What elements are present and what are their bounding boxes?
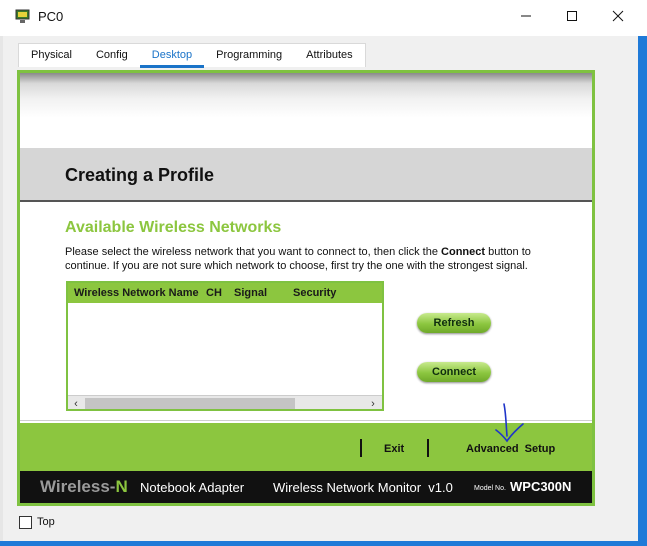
instructions-part-1: Please select the wireless network that … bbox=[65, 246, 442, 258]
window-border-bottom bbox=[0, 541, 647, 546]
brand-logo: Wireless-N bbox=[40, 477, 128, 497]
scroll-left-icon[interactable]: ‹ bbox=[69, 397, 83, 409]
title-bar: PC0 bbox=[0, 0, 647, 36]
connect-button[interactable]: Connect bbox=[417, 362, 491, 382]
close-button[interactable] bbox=[595, 0, 641, 32]
column-signal[interactable]: Signal bbox=[234, 287, 267, 299]
refresh-button[interactable]: Refresh bbox=[417, 313, 491, 333]
minimize-icon bbox=[521, 15, 531, 17]
instructions-connect-bold: Connect bbox=[441, 246, 486, 258]
profile-band: Creating a Profile bbox=[20, 148, 592, 202]
brand-wireless: Wireless- bbox=[40, 477, 116, 496]
window-inner-right bbox=[630, 36, 638, 541]
column-security[interactable]: Security bbox=[293, 287, 336, 299]
network-list[interactable]: Wireless Network Name CH Signal Security… bbox=[66, 281, 384, 411]
tab-desktop[interactable]: Desktop bbox=[139, 44, 205, 68]
column-network-name[interactable]: Wireless Network Name bbox=[74, 287, 199, 299]
panel-header-gradient bbox=[20, 73, 592, 148]
network-list-body[interactable] bbox=[68, 303, 382, 395]
maximize-button[interactable] bbox=[549, 0, 595, 32]
brand-n: N bbox=[115, 477, 128, 496]
maximize-icon bbox=[567, 11, 577, 21]
instructions-text: Please select the wireless network that … bbox=[65, 245, 535, 273]
tab-bar: Physical Config Desktop Programming Attr… bbox=[18, 43, 366, 68]
window-border-right bbox=[638, 36, 647, 541]
minimize-button[interactable] bbox=[503, 0, 549, 32]
product-name: Notebook Adapter bbox=[140, 480, 245, 495]
tab-attributes[interactable]: Attributes bbox=[294, 44, 364, 67]
model-number: WPC300N bbox=[510, 479, 572, 494]
scroll-thumb[interactable] bbox=[85, 398, 295, 409]
exit-button[interactable]: Exit bbox=[384, 443, 404, 455]
top-checkbox-label: Top bbox=[37, 516, 55, 528]
model-no-label: Model No. bbox=[474, 485, 506, 492]
tab-config[interactable]: Config bbox=[84, 44, 140, 67]
close-icon bbox=[612, 10, 624, 22]
horizontal-scrollbar[interactable]: ‹ › bbox=[68, 395, 382, 409]
hand-drawn-arrow-icon bbox=[495, 403, 524, 443]
section-title: Available Wireless Networks bbox=[65, 219, 282, 236]
top-checkbox[interactable] bbox=[19, 516, 32, 529]
window-title: PC0 bbox=[38, 9, 64, 24]
network-list-header: Wireless Network Name CH Signal Security bbox=[68, 283, 382, 303]
app-icon bbox=[15, 9, 30, 23]
tab-physical[interactable]: Physical bbox=[19, 44, 84, 67]
scroll-right-icon[interactable]: › bbox=[366, 397, 380, 409]
advanced-setup-button[interactable]: Advanced Setup bbox=[466, 443, 555, 455]
tab-programming[interactable]: Programming bbox=[204, 44, 294, 67]
column-channel[interactable]: CH bbox=[206, 287, 222, 299]
monitor-version: Wireless Network Monitor v1.0 bbox=[273, 480, 453, 495]
separator bbox=[360, 439, 362, 457]
separator bbox=[427, 439, 429, 457]
brand-bar: Wireless-N Notebook Adapter Wireless Net… bbox=[20, 471, 592, 503]
page-title: Creating a Profile bbox=[65, 165, 215, 185]
window-border-left bbox=[0, 36, 3, 541]
